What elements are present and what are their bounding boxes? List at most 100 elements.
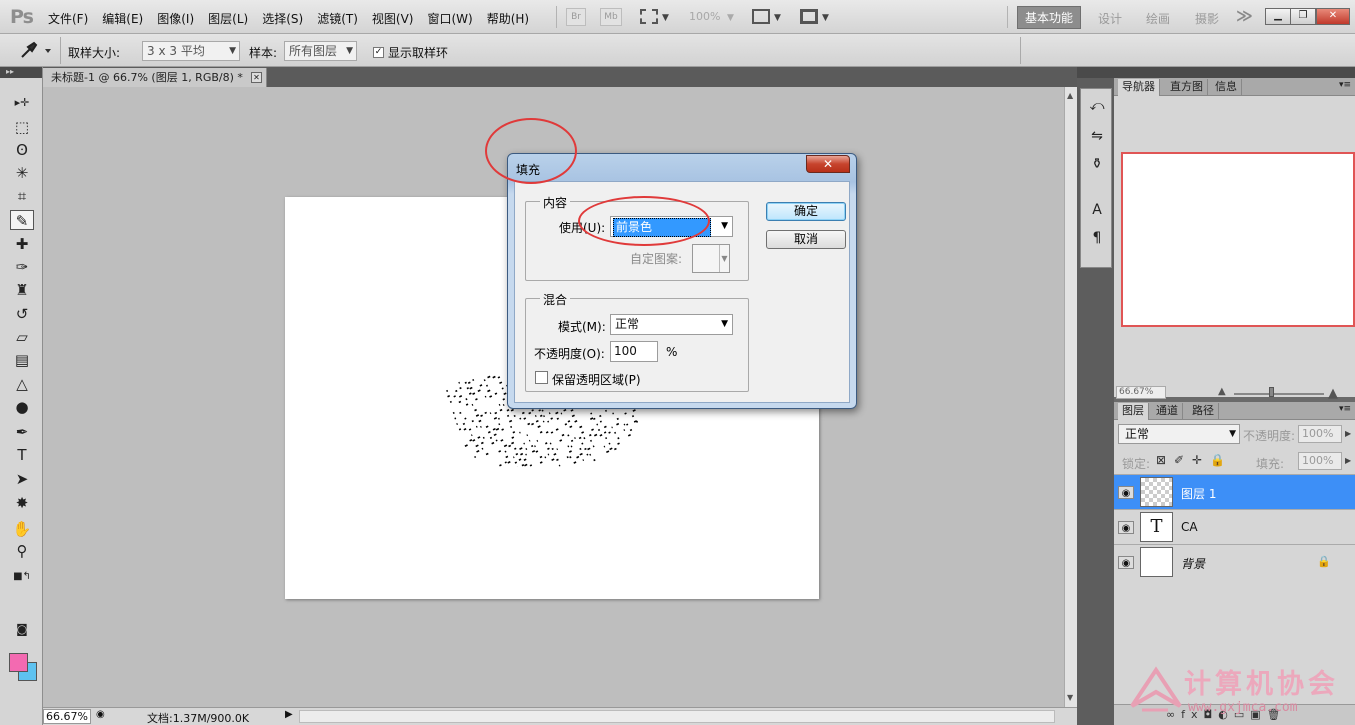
zoom-in-icon[interactable]: ▲ bbox=[1328, 386, 1338, 401]
layer-fill-field[interactable]: 100% bbox=[1298, 452, 1342, 470]
cancel-button[interactable]: 取消 bbox=[766, 230, 846, 249]
lock-position-icon[interactable]: ✛ bbox=[1192, 453, 1202, 467]
eye-icon[interactable]: ◉ bbox=[1118, 486, 1134, 499]
paragraph-icon[interactable]: ¶ bbox=[1088, 229, 1106, 247]
lock-all-icon[interactable]: 🔒 bbox=[1210, 453, 1225, 467]
character-icon[interactable]: A bbox=[1088, 201, 1106, 219]
scroll-up-icon[interactable]: ▲ bbox=[1067, 91, 1073, 100]
chevron-down-icon[interactable]: ▼ bbox=[662, 13, 669, 23]
layer-row-background[interactable]: ◉ 背景 🔒 bbox=[1114, 544, 1355, 579]
sample-size-select[interactable]: 3 x 3 平均 ▼ bbox=[142, 41, 240, 61]
bridge-button[interactable]: Br bbox=[566, 8, 586, 26]
menu-window[interactable]: 窗口(W) bbox=[427, 10, 472, 27]
eye-icon[interactable]: ◉ bbox=[1118, 521, 1134, 534]
show-sampling-ring-checkbox[interactable]: ✓ bbox=[373, 47, 384, 58]
sample-select[interactable]: 所有图层 ▼ bbox=[284, 41, 357, 61]
default-colors-icon[interactable]: ■↰ bbox=[10, 567, 34, 587]
navigator-zoom-field[interactable]: 66.67% bbox=[1116, 386, 1166, 399]
eraser-icon[interactable]: ▱ bbox=[10, 327, 34, 347]
layer-opacity-field[interactable]: 100% bbox=[1298, 425, 1342, 443]
status-info-icon[interactable]: ◉ bbox=[96, 709, 105, 720]
restore-button[interactable]: ❐ bbox=[1290, 8, 1316, 25]
workspace-more-icon[interactable]: ≫ bbox=[1236, 6, 1253, 25]
dodge-icon[interactable]: ● bbox=[10, 397, 34, 417]
eye-icon[interactable]: ◉ bbox=[1118, 556, 1134, 569]
menu-layer[interactable]: 图层(L) bbox=[208, 10, 248, 27]
clone-source-icon[interactable]: ⚱ bbox=[1088, 155, 1106, 173]
chevron-right-icon[interactable]: ▶ bbox=[1345, 429, 1351, 438]
layer-row-text[interactable]: ◉ T CA bbox=[1114, 509, 1355, 544]
zoom-icon[interactable]: ⚲ bbox=[10, 541, 34, 561]
move-icon[interactable]: ▸✛ bbox=[10, 93, 34, 113]
quick-select-icon[interactable]: ✳ bbox=[10, 163, 34, 183]
chevron-down-icon[interactable]: ▼ bbox=[774, 13, 781, 23]
tab-histogram[interactable]: 直方图 bbox=[1166, 79, 1208, 96]
history-icon[interactable]: ⤺ bbox=[1088, 97, 1106, 115]
menu-view[interactable]: 视图(V) bbox=[372, 10, 414, 27]
status-menu-icon[interactable]: ▶ bbox=[285, 709, 293, 720]
navigator-zoom-slider[interactable] bbox=[1234, 393, 1324, 395]
menu-select[interactable]: 选择(S) bbox=[262, 10, 303, 27]
lasso-icon[interactable]: ʘ bbox=[10, 140, 34, 160]
brush-icon[interactable]: ✑ bbox=[10, 257, 34, 277]
type-icon[interactable]: T bbox=[10, 445, 34, 465]
navigator-zoom-knob[interactable] bbox=[1269, 387, 1274, 397]
crop-icon[interactable]: ⌗ bbox=[10, 186, 34, 206]
layer-blend-mode-select[interactable]: 正常 ▼ bbox=[1118, 424, 1240, 444]
scroll-down-icon[interactable]: ▼ bbox=[1067, 693, 1073, 702]
preserve-transparency-checkbox[interactable] bbox=[535, 371, 548, 384]
tool-preset-picker[interactable] bbox=[18, 40, 52, 60]
tab-channels[interactable]: 通道 bbox=[1152, 403, 1183, 420]
minimize-button[interactable]: ▁ bbox=[1265, 8, 1291, 25]
menu-file[interactable]: 文件(F) bbox=[48, 10, 88, 27]
arrange-documents-icon[interactable] bbox=[752, 9, 770, 24]
ok-button[interactable]: 确定 bbox=[766, 202, 846, 221]
chevron-down-icon[interactable]: ▼ bbox=[727, 13, 734, 23]
panel-menu-icon[interactable]: ▾≡ bbox=[1339, 80, 1351, 90]
brush-presets-icon[interactable]: ⇋ bbox=[1088, 127, 1106, 145]
quick-mask-icon[interactable]: ◙ bbox=[10, 619, 34, 639]
pen-icon[interactable]: ✒ bbox=[10, 422, 34, 442]
close-window-button[interactable]: ✕ bbox=[1316, 8, 1350, 25]
chevron-right-icon[interactable]: ▶ bbox=[1345, 456, 1351, 465]
tab-paths[interactable]: 路径 bbox=[1188, 403, 1219, 420]
marquee-icon[interactable]: ⬚ bbox=[10, 117, 34, 137]
tab-info[interactable]: 信息 bbox=[1211, 79, 1242, 96]
workspace-design[interactable]: 设计 bbox=[1098, 10, 1122, 27]
workspace-essentials[interactable]: 基本功能 bbox=[1017, 6, 1081, 29]
screen-mode-icon[interactable] bbox=[800, 9, 818, 24]
menu-filter[interactable]: 滤镜(T) bbox=[317, 10, 358, 27]
panel-menu-icon[interactable]: ▾≡ bbox=[1339, 404, 1351, 414]
minibridge-button[interactable]: Mb bbox=[600, 8, 622, 26]
layer-row-layer1[interactable]: ◉ 图层 1 bbox=[1114, 474, 1355, 509]
mode-select[interactable]: 正常 ▼ bbox=[610, 314, 733, 335]
tab-layers[interactable]: 图层 bbox=[1118, 403, 1149, 420]
foreground-color-swatch[interactable] bbox=[9, 653, 28, 672]
stamp-icon[interactable]: ♜ bbox=[10, 280, 34, 300]
workspace-painting[interactable]: 绘画 bbox=[1146, 10, 1170, 27]
lock-transparency-icon[interactable]: ⊠ bbox=[1156, 453, 1166, 467]
chevron-down-icon[interactable]: ▼ bbox=[822, 13, 829, 23]
zoom-level-select[interactable]: 100% bbox=[689, 10, 720, 23]
status-zoom-field[interactable]: 66.67% bbox=[43, 709, 91, 724]
blur-icon[interactable]: △ bbox=[10, 374, 34, 394]
gradient-icon[interactable]: ▤ bbox=[10, 350, 34, 370]
shape-icon[interactable]: ✸ bbox=[10, 493, 34, 513]
tab-navigator[interactable]: 导航器 bbox=[1118, 79, 1160, 96]
eyedropper-icon[interactable]: ✎ bbox=[10, 210, 34, 230]
healing-icon[interactable]: ✚ bbox=[10, 234, 34, 254]
menu-edit[interactable]: 编辑(E) bbox=[102, 10, 143, 27]
menu-help[interactable]: 帮助(H) bbox=[487, 10, 529, 27]
opacity-input[interactable]: 100 bbox=[610, 341, 658, 362]
history-brush-icon[interactable]: ↺ bbox=[10, 304, 34, 324]
workspace-photography[interactable]: 摄影 bbox=[1195, 10, 1219, 27]
toolbox-collapse-icon[interactable]: ▸▸ bbox=[0, 67, 42, 78]
horizontal-scrollbar[interactable] bbox=[299, 710, 1055, 723]
lock-pixels-icon[interactable]: ✐ bbox=[1174, 453, 1184, 467]
dialog-close-button[interactable]: ✕ bbox=[806, 155, 850, 173]
view-extras-icon[interactable] bbox=[640, 9, 658, 24]
close-icon[interactable]: ✕ bbox=[251, 72, 262, 83]
path-select-icon[interactable]: ➤ bbox=[10, 469, 34, 489]
menu-image[interactable]: 图像(I) bbox=[157, 10, 194, 27]
document-tab[interactable]: 未标题-1 @ 66.7% (图层 1, RGB/8) * ✕ bbox=[43, 68, 267, 87]
